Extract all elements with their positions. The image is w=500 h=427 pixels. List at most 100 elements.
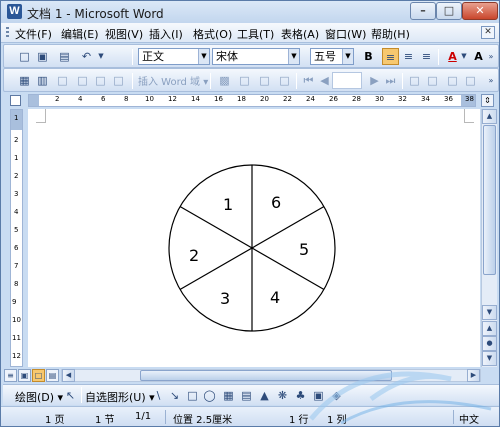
menu-grip-handle[interactable] xyxy=(6,27,9,39)
draw-menu-button[interactable]: 绘图(D) ▾ xyxy=(15,389,63,405)
text-box-icon[interactable]: ▦ xyxy=(221,388,236,403)
scroll-left-icon[interactable]: ◀ xyxy=(62,369,75,382)
new-document-icon[interactable]: □ xyxy=(16,48,33,65)
chevron-down-icon[interactable]: ▼ xyxy=(198,49,209,64)
vertical-scrollbar[interactable]: ▲ ▼ ▲ ● ▼ xyxy=(481,109,497,367)
chevron-down-icon[interactable]: ▼ xyxy=(288,49,299,64)
ruler-number: 34 xyxy=(421,95,430,103)
vertical-scroll-thumb[interactable] xyxy=(483,125,496,275)
font-select[interactable]: 宋体 ▼ xyxy=(212,48,300,65)
menu-view[interactable]: 视图(V) xyxy=(105,26,143,42)
menu-tools[interactable]: 工具(T) xyxy=(237,26,274,42)
menu-format[interactable]: 格式(O) xyxy=(193,26,232,42)
insert-greeting-line-icon[interactable]: □ xyxy=(92,72,109,89)
status-line: 1 行 xyxy=(289,415,309,426)
highlight-fields-icon[interactable]: □ xyxy=(236,72,253,89)
open-folder-icon[interactable]: ▣ xyxy=(34,48,51,65)
scroll-right-icon[interactable]: ▶ xyxy=(467,369,480,382)
close-button[interactable]: ✕ xyxy=(462,2,498,20)
previous-page-icon[interactable]: ▲ xyxy=(482,321,497,336)
ruler-number: 4 xyxy=(14,208,19,216)
wordart-icon[interactable]: ▲ xyxy=(257,388,272,403)
toolbar-options-icon[interactable]: » xyxy=(486,48,496,65)
font-size-select[interactable]: 五号 ▼ xyxy=(310,48,354,65)
sector-label: 5 xyxy=(299,240,309,259)
grow-font-button[interactable]: A xyxy=(470,48,487,65)
align-center-icon[interactable]: ≡ xyxy=(400,48,417,65)
view-merged-data-icon[interactable]: ▩ xyxy=(216,72,233,89)
horizontal-ruler[interactable]: 2 4 6 8 10 12 14 16 18 20 22 24 26 28 30… xyxy=(28,94,476,107)
horizontal-scroll-row: ≡ ▣ □ ▤ ◀ ▶ xyxy=(1,368,499,383)
vertical-text-box-icon[interactable]: ▤ xyxy=(239,388,254,403)
scroll-up-icon[interactable]: ▲ xyxy=(482,109,497,124)
word-app-icon[interactable]: W xyxy=(7,4,22,19)
ruler-number: 24 xyxy=(306,95,315,103)
document-page[interactable]: 1 6 2 5 3 4 xyxy=(28,109,480,367)
ruler-number: 16 xyxy=(214,95,223,103)
insert-picture-icon[interactable]: ▣ xyxy=(311,388,326,403)
toolbar-options-icon[interactable]: » xyxy=(486,72,496,89)
propagate-labels-icon[interactable]: □ xyxy=(276,72,293,89)
align-left-icon[interactable]: ≡ xyxy=(382,48,399,65)
bold-button[interactable]: B xyxy=(360,48,377,65)
select-browse-object-icon[interactable]: ● xyxy=(482,336,497,351)
web-layout-icon[interactable]: ▣ xyxy=(18,369,31,382)
first-record-icon[interactable]: ⏮ xyxy=(300,72,317,89)
rectangle-icon[interactable]: □ xyxy=(185,388,200,403)
menu-file[interactable]: 文件(F) xyxy=(15,26,52,42)
autoshapes-menu-button[interactable]: 自选图形(U) ▾ xyxy=(85,389,155,405)
scroll-down-icon[interactable]: ▼ xyxy=(482,305,497,320)
horizontal-scrollbar[interactable]: ◀ ▶ xyxy=(61,369,481,382)
normal-view-icon[interactable]: ≡ xyxy=(4,369,17,382)
status-page-of: 1/1 xyxy=(135,411,152,422)
open-data-source-icon[interactable]: ▥ xyxy=(34,72,51,89)
fill-color-icon[interactable]: ◈ xyxy=(329,388,344,403)
menu-window[interactable]: 窗口(W) xyxy=(325,26,366,42)
line-icon[interactable]: \ xyxy=(151,388,166,403)
minimize-button[interactable]: – xyxy=(410,2,436,20)
vertical-ruler[interactable]: 1 2 1 2 3 4 5 6 7 8 9 10 11 12 xyxy=(10,109,23,367)
print-preview-icon[interactable]: ▤ xyxy=(56,48,73,65)
print-layout-icon[interactable]: □ xyxy=(32,369,45,382)
tab-selector-button[interactable] xyxy=(10,95,21,106)
title-bar: W 文档 1 - Microsoft Word – □ ✕ xyxy=(1,1,499,23)
edit-recipients-icon[interactable]: □ xyxy=(54,72,71,89)
diagram-icon[interactable]: ❋ xyxy=(275,388,290,403)
style-select[interactable]: 正文 ▼ xyxy=(138,48,210,65)
go-to-record-input[interactable] xyxy=(332,72,362,89)
menu-table[interactable]: 表格(A) xyxy=(281,26,319,42)
main-document-setup-icon[interactable]: ▦ xyxy=(16,72,33,89)
outline-view-icon[interactable]: ▤ xyxy=(46,369,59,382)
check-errors-icon[interactable]: □ xyxy=(424,72,441,89)
find-entry-icon[interactable]: □ xyxy=(406,72,423,89)
font-color-button[interactable]: A xyxy=(444,48,461,65)
document-area[interactable]: 1 6 2 5 3 4 xyxy=(28,109,480,367)
font-color-dropdown-icon[interactable]: ▼ xyxy=(460,48,468,65)
insert-word-field-button[interactable]: 插入 Word 域 ▾ xyxy=(138,73,208,88)
ruler-toggle-icon[interactable]: ⇕ xyxy=(481,94,494,107)
next-page-icon[interactable]: ▼ xyxy=(482,351,497,366)
match-fields-icon[interactable]: □ xyxy=(256,72,273,89)
next-record-icon[interactable]: ▶ xyxy=(366,72,383,89)
menu-edit[interactable]: 编辑(E) xyxy=(61,26,99,42)
pie-shape-drawing[interactable]: 1 6 2 5 3 4 xyxy=(28,109,480,367)
insert-merge-fields-icon[interactable]: □ xyxy=(110,72,127,89)
previous-record-icon[interactable]: ◀ xyxy=(316,72,333,89)
horizontal-scroll-thumb[interactable] xyxy=(140,370,392,381)
close-document-button[interactable]: ✕ xyxy=(481,26,495,39)
undo-icon[interactable]: ↶ xyxy=(78,48,95,65)
menu-help[interactable]: 帮助(H) xyxy=(371,26,410,42)
oval-icon[interactable]: ◯ xyxy=(202,388,217,403)
arrow-icon[interactable]: ↘ xyxy=(167,388,182,403)
maximize-button[interactable]: □ xyxy=(436,2,462,20)
menu-insert[interactable]: 插入(I) xyxy=(149,26,183,42)
merge-to-new-document-icon[interactable]: □ xyxy=(444,72,461,89)
select-objects-icon[interactable]: ↖ xyxy=(63,388,78,403)
insert-address-block-icon[interactable]: □ xyxy=(74,72,91,89)
last-record-icon[interactable]: ⏭ xyxy=(382,72,399,89)
clip-art-icon[interactable]: ♣ xyxy=(293,388,308,403)
undo-dropdown-icon[interactable]: ▼ xyxy=(96,48,106,65)
merge-to-printer-icon[interactable]: □ xyxy=(462,72,479,89)
chevron-down-icon[interactable]: ▼ xyxy=(342,49,353,64)
align-right-icon[interactable]: ≡ xyxy=(418,48,435,65)
